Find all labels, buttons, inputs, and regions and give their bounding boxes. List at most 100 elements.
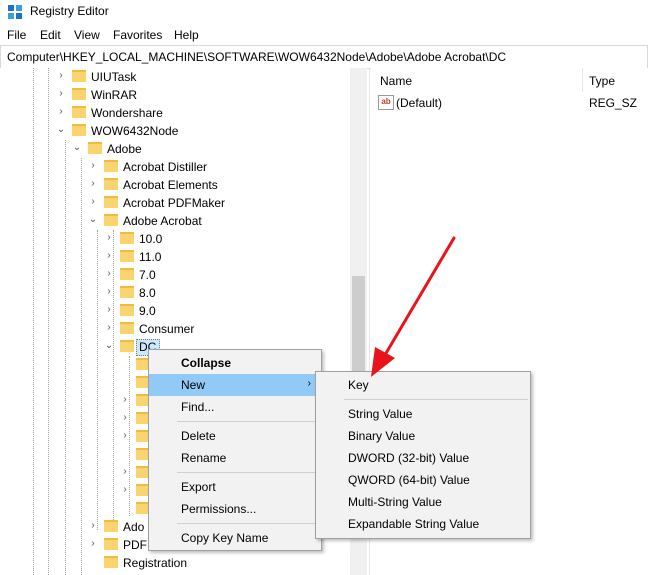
chevron-down-icon[interactable]: ⌄ [72, 142, 82, 154]
menu-item-label: Permissions... [181, 502, 257, 516]
menu-separator [344, 399, 528, 400]
chevron-right-icon[interactable]: › [120, 466, 130, 478]
submenu-item-binary-value[interactable]: Binary Value [316, 425, 530, 447]
menu-item-rename[interactable]: Rename [149, 447, 321, 469]
tree-node-label: Registration [123, 556, 188, 570]
chevron-right-icon[interactable]: › [104, 232, 114, 244]
tree-node-label: 11.0 [139, 250, 162, 264]
folder-icon [72, 124, 86, 136]
chevron-right-icon[interactable]: › [104, 322, 114, 334]
submenu-item-expandable-string-value[interactable]: Expandable String Value [316, 513, 530, 535]
chevron-right-icon[interactable]: › [88, 538, 98, 550]
column-header-type[interactable]: Type [589, 74, 615, 88]
tree-node-consumer[interactable]: › Consumer [0, 320, 350, 338]
tree-node-adobe[interactable]: ⌄ Adobe [0, 140, 350, 158]
tree-node-label: WOW6432Node [91, 124, 179, 138]
tree-node-registration[interactable]: Registration [0, 554, 350, 572]
tree-node-10-0[interactable]: › 10.0 [0, 230, 350, 248]
menu-item-collapse[interactable]: Collapse [149, 352, 321, 374]
tree-node-label: Adobe Acrobat [123, 214, 202, 228]
submenu-item-string-value[interactable]: String Value [316, 403, 530, 425]
menu-item-label: Multi-String Value [348, 495, 442, 509]
menu-item-label: QWORD (64-bit) Value [348, 473, 470, 487]
menu-item-delete[interactable]: Delete [149, 425, 321, 447]
menu-view[interactable]: View [74, 28, 100, 42]
menu-item-label: String Value [348, 407, 413, 421]
value-row[interactable]: ab (Default) REG_SZ [371, 94, 648, 112]
address-bar[interactable]: Computer\HKEY_LOCAL_MACHINE\SOFTWARE\WOW… [0, 45, 648, 69]
chevron-right-icon[interactable]: › [88, 520, 98, 532]
tree-node-9-0[interactable]: › 9.0 [0, 302, 350, 320]
menu-item-new[interactable]: New › [149, 374, 321, 396]
folder-icon [120, 322, 134, 334]
menu-item-label: Key [348, 378, 369, 392]
column-header-name[interactable]: Name [380, 74, 412, 88]
tree-node-label: Acrobat PDFMaker [123, 196, 226, 210]
menu-item-label: New [181, 378, 206, 392]
menu-file[interactable]: File [7, 28, 26, 42]
folder-icon [104, 196, 118, 208]
menu-item-export[interactable]: Export [149, 476, 321, 498]
menu-favorites[interactable]: Favorites [113, 28, 162, 42]
menu-item-label: Expandable String Value [348, 517, 480, 531]
address-path[interactable]: Computer\HKEY_LOCAL_MACHINE\SOFTWARE\WOW… [7, 50, 506, 64]
folder-icon [104, 214, 118, 226]
folder-icon [72, 88, 86, 100]
tree-node-label: Ado [123, 520, 145, 534]
chevron-right-icon[interactable]: › [104, 268, 114, 280]
tree-node-label: 7.0 [139, 268, 156, 282]
chevron-right-icon[interactable]: › [56, 88, 66, 100]
chevron-down-icon[interactable]: ⌄ [88, 214, 98, 226]
tree-node-adobe-acrobat[interactable]: ⌄ Adobe Acrobat [0, 212, 350, 230]
folder-icon [104, 178, 118, 190]
tree-node-wow6432node[interactable]: ⌄ WOW6432Node [0, 122, 350, 140]
string-value-icon: ab [378, 95, 394, 110]
folder-icon [120, 340, 134, 352]
menu-item-label: Copy Key Name [181, 531, 269, 545]
menu-item-permissions[interactable]: Permissions... [149, 498, 321, 520]
tree-node-8-0[interactable]: › 8.0 [0, 284, 350, 302]
tree-node-11-0[interactable]: › 11.0 [0, 248, 350, 266]
tree-node-acrobat-pdfmaker[interactable]: › Acrobat PDFMaker [0, 194, 350, 212]
chevron-right-icon[interactable]: › [120, 430, 130, 442]
chevron-right-icon[interactable]: › [104, 286, 114, 298]
folder-icon [120, 250, 134, 262]
tree-node-wondershare[interactable]: › Wondershare [0, 104, 350, 122]
new-submenu: Key String Value Binary Value DWORD (32-… [315, 371, 531, 539]
menu-item-label: Collapse [181, 356, 232, 370]
folder-icon [88, 142, 102, 154]
menu-item-copy-key-name[interactable]: Copy Key Name [149, 527, 321, 549]
chevron-right-icon[interactable]: › [120, 412, 130, 424]
column-separator[interactable] [582, 68, 583, 92]
tree-node-uiutask[interactable]: › UIUTask [0, 68, 350, 86]
chevron-down-icon[interactable]: ⌄ [104, 340, 114, 352]
menu-help[interactable]: Help [174, 28, 199, 42]
menu-item-find[interactable]: Find... [149, 396, 321, 418]
chevron-right-icon[interactable]: › [88, 178, 98, 190]
chevron-right-icon[interactable]: › [56, 70, 66, 82]
chevron-right-icon[interactable]: › [88, 160, 98, 172]
tree-node-winrar[interactable]: › WinRAR [0, 86, 350, 104]
folder-icon [120, 286, 134, 298]
folder-icon [72, 106, 86, 118]
submenu-item-qword-value[interactable]: QWORD (64-bit) Value [316, 469, 530, 491]
chevron-right-icon[interactable]: › [104, 250, 114, 262]
tree-node-7-0[interactable]: › 7.0 [0, 266, 350, 284]
submenu-item-dword-value[interactable]: DWORD (32-bit) Value [316, 447, 530, 469]
chevron-down-icon[interactable]: ⌄ [56, 124, 66, 136]
chevron-right-icon[interactable]: › [104, 304, 114, 316]
chevron-right-icon[interactable]: › [120, 394, 130, 406]
menu-edit[interactable]: Edit [40, 28, 61, 42]
context-menu: Collapse New › Find... Delete Rename Exp… [148, 349, 322, 551]
tree-node-acrobat-elements[interactable]: › Acrobat Elements [0, 176, 350, 194]
submenu-item-key[interactable]: Key [316, 374, 530, 396]
tree-node-label: PDF [123, 538, 147, 552]
submenu-item-multi-string-value[interactable]: Multi-String Value [316, 491, 530, 513]
tree-node-label: UIUTask [91, 70, 137, 84]
chevron-right-icon[interactable]: › [120, 484, 130, 496]
chevron-right-icon[interactable]: › [88, 196, 98, 208]
menu-separator [177, 421, 319, 422]
tree-node-acrobat-distiller[interactable]: › Acrobat Distiller [0, 158, 350, 176]
chevron-right-icon[interactable]: › [56, 106, 66, 118]
menu-item-label: DWORD (32-bit) Value [348, 451, 470, 465]
